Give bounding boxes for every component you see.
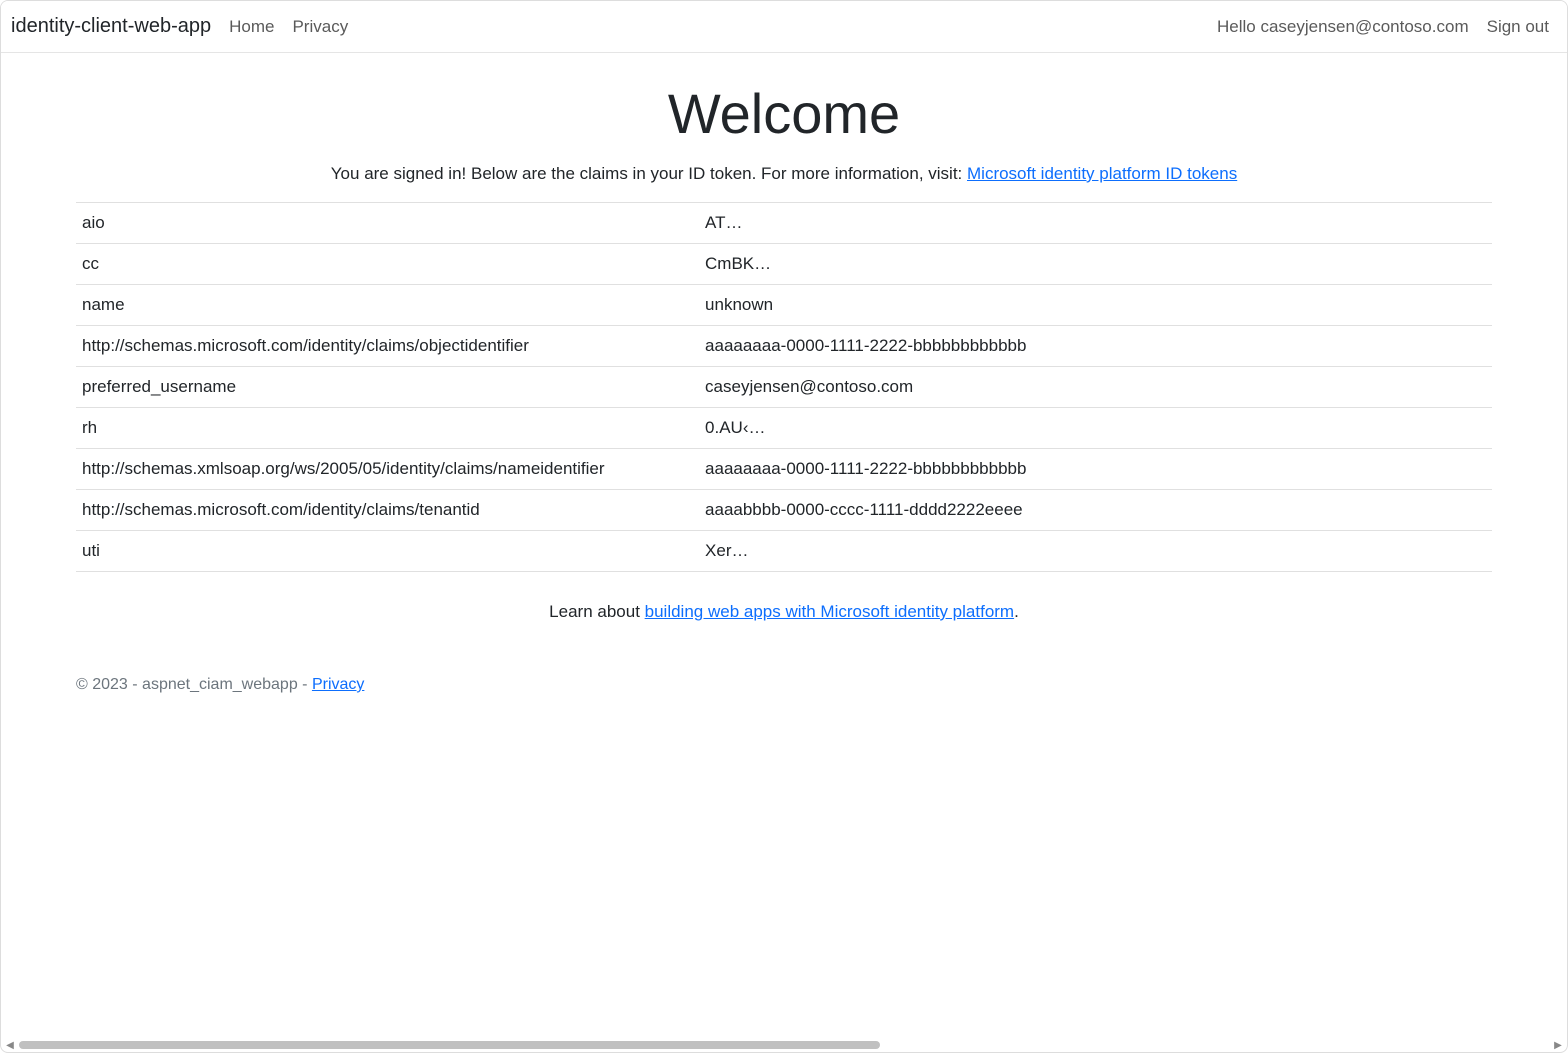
nav-privacy-link[interactable]: Privacy <box>292 17 348 37</box>
table-row: http://schemas.microsoft.com/identity/cl… <box>76 490 1492 531</box>
learn-suffix: . <box>1014 602 1019 621</box>
info-line: You are signed in! Below are the claims … <box>76 164 1492 184</box>
horizontal-scrollbar[interactable]: ◀ ▶ <box>5 1040 1563 1050</box>
claim-key: rh <box>76 408 699 449</box>
claim-value: CmBK… <box>699 244 1492 285</box>
claim-value: caseyjensen@contoso.com <box>699 367 1492 408</box>
claim-value: aaaabbbb-0000-cccc-1111-dddd2222eeee <box>699 490 1492 531</box>
app-brand[interactable]: identity-client-web-app <box>11 15 211 38</box>
claim-key: http://schemas.microsoft.com/identity/cl… <box>76 326 699 367</box>
page-title: Welcome <box>76 81 1492 146</box>
footer-privacy-link[interactable]: Privacy <box>312 676 364 693</box>
table-row: preferred_usernamecaseyjensen@contoso.co… <box>76 367 1492 408</box>
claim-value: 0.AU‹… <box>699 408 1492 449</box>
sign-out-link[interactable]: Sign out <box>1487 17 1549 37</box>
user-greeting: Hello caseyjensen@contoso.com <box>1217 17 1469 37</box>
claim-value: Xer… <box>699 531 1492 572</box>
main-content: Welcome You are signed in! Below are the… <box>1 53 1567 662</box>
claim-key: uti <box>76 531 699 572</box>
table-row: rh0.AU‹… <box>76 408 1492 449</box>
scroll-left-arrow-icon[interactable]: ◀ <box>5 1040 15 1050</box>
claim-key: cc <box>76 244 699 285</box>
id-tokens-link[interactable]: Microsoft identity platform ID tokens <box>967 164 1237 183</box>
claim-value: aaaaaaaa-0000-1111-2222-bbbbbbbbbbbb <box>699 326 1492 367</box>
navbar-left: identity-client-web-app Home Privacy <box>11 15 348 38</box>
learn-prefix: Learn about <box>549 602 644 621</box>
footer: © 2023 - aspnet_ciam_webapp - Privacy <box>1 662 1567 714</box>
navbar-right: Hello caseyjensen@contoso.com Sign out <box>1217 17 1557 37</box>
table-row: utiXer… <box>76 531 1492 572</box>
table-row: nameunknown <box>76 285 1492 326</box>
page-wrapper: identity-client-web-app Home Privacy Hel… <box>0 0 1568 1053</box>
scroll-track[interactable] <box>15 1041 1553 1049</box>
claim-value: AT… <box>699 203 1492 244</box>
claim-key: http://schemas.xmlsoap.org/ws/2005/05/id… <box>76 449 699 490</box>
claim-key: http://schemas.microsoft.com/identity/cl… <box>76 490 699 531</box>
claims-table: aioAT…ccCmBK…nameunknownhttp://schemas.m… <box>76 202 1492 572</box>
claim-value: aaaaaaaa-0000-1111-2222-bbbbbbbbbbbb <box>699 449 1492 490</box>
scroll-right-arrow-icon[interactable]: ▶ <box>1553 1040 1563 1050</box>
claim-value: unknown <box>699 285 1492 326</box>
table-row: http://schemas.microsoft.com/identity/cl… <box>76 326 1492 367</box>
footer-text: © 2023 - aspnet_ciam_webapp - <box>76 676 312 693</box>
navbar: identity-client-web-app Home Privacy Hel… <box>1 1 1567 53</box>
table-row: ccCmBK… <box>76 244 1492 285</box>
nav-home-link[interactable]: Home <box>229 17 274 37</box>
learn-line: Learn about building web apps with Micro… <box>76 602 1492 622</box>
claim-key: name <box>76 285 699 326</box>
table-row: http://schemas.xmlsoap.org/ws/2005/05/id… <box>76 449 1492 490</box>
scroll-thumb[interactable] <box>19 1041 880 1049</box>
learn-link[interactable]: building web apps with Microsoft identit… <box>645 602 1014 621</box>
claim-key: preferred_username <box>76 367 699 408</box>
table-row: aioAT… <box>76 203 1492 244</box>
claim-key: aio <box>76 203 699 244</box>
info-text: You are signed in! Below are the claims … <box>331 164 967 183</box>
